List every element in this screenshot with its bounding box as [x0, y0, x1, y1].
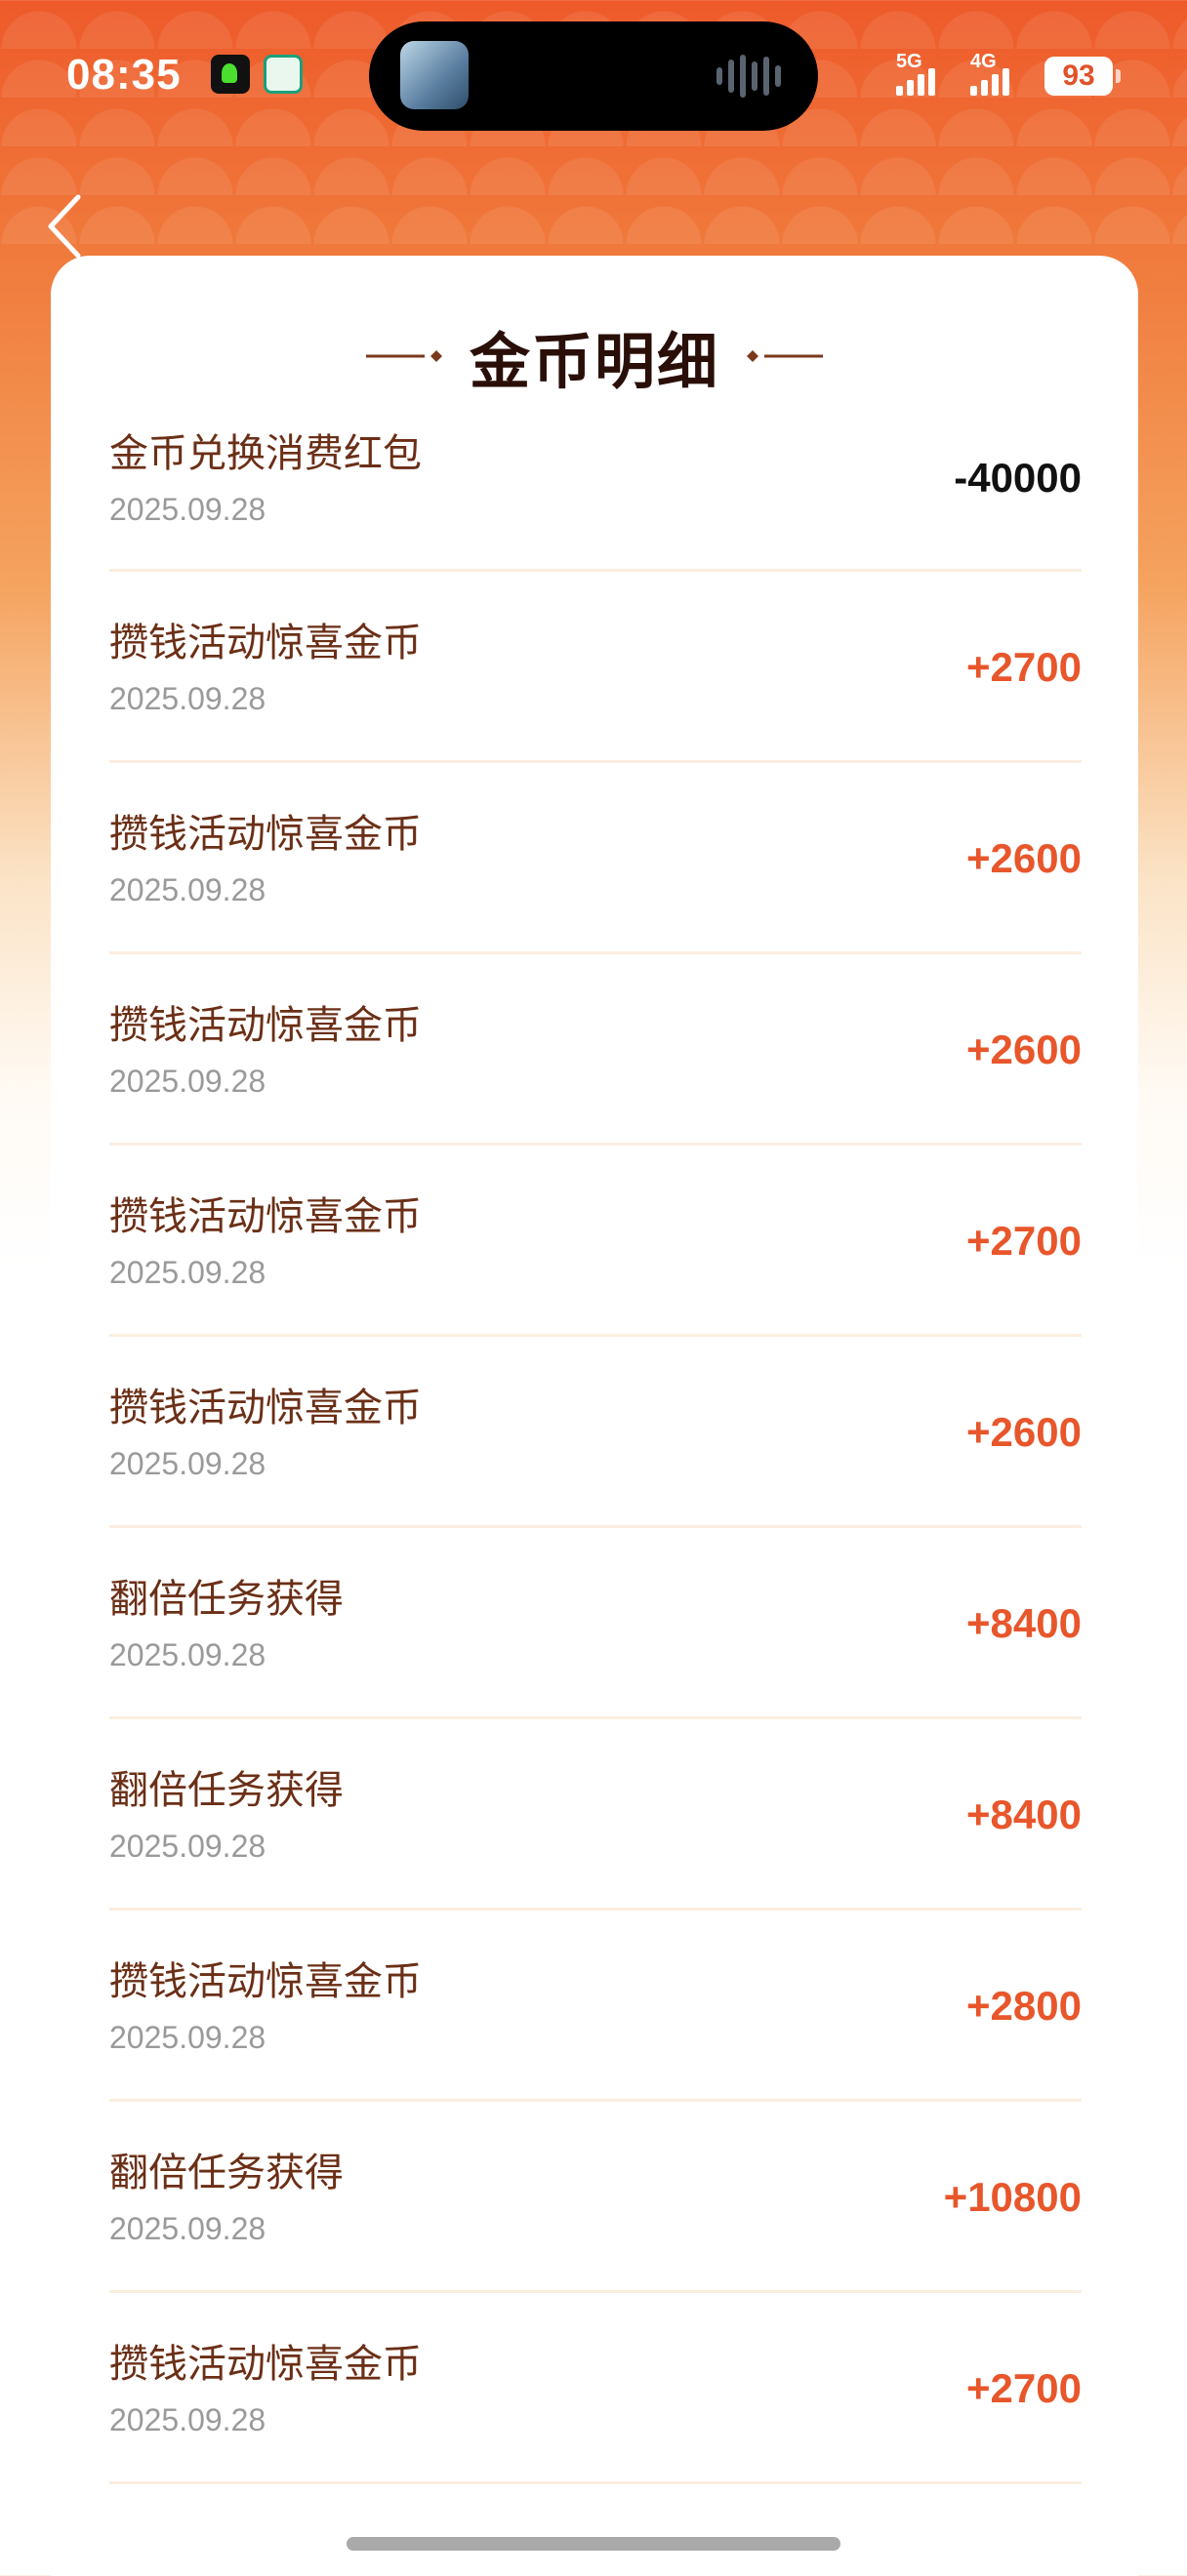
record-title: 攒钱活动惊喜金币	[109, 621, 422, 665]
list-item: 翻倍任务获得 2025.09.28 +8400	[109, 1719, 1082, 1911]
status-bar: 08:35 5G 4G 93	[0, 0, 1187, 146]
record-title: 攒钱活动惊喜金币	[109, 812, 422, 857]
list-item: 金币兑换消费红包 2025.09.28 -40000	[109, 400, 1082, 572]
record-title: 金币兑换消费红包	[109, 431, 422, 476]
record-amount: -40000	[954, 455, 1082, 501]
record-title: 攒钱活动惊喜金币	[109, 1194, 422, 1239]
title-ornament-right-icon	[747, 350, 823, 362]
record-title: 攒钱活动惊喜金币	[109, 1959, 422, 2004]
record-date: 2025.09.28	[109, 681, 266, 716]
record-amount: +2700	[966, 2365, 1082, 2411]
list-item: 攒钱活动惊喜金币 2025.09.28 +2700	[109, 572, 1082, 763]
record-date: 2025.09.28	[109, 1064, 266, 1099]
now-playing-thumbnail	[400, 41, 469, 109]
record-amount: +10800	[943, 2174, 1082, 2220]
record-amount: +8400	[966, 1791, 1082, 1837]
battery-icon: 93	[1044, 57, 1121, 96]
coin-detail-card: 金币明细 金币兑换消费红包 2025.09.28 -40000 攒钱活动惊喜金币 202…	[51, 256, 1138, 2576]
record-date: 2025.09.28	[109, 1637, 266, 1672]
music-app-icon	[211, 55, 250, 94]
record-amount: +2600	[966, 1026, 1082, 1072]
record-title: 翻倍任务获得	[109, 1577, 344, 1622]
record-title: 攒钱活动惊喜金币	[109, 1386, 422, 1430]
record-date: 2025.09.28	[109, 2020, 266, 2055]
title-bar: 金币明细	[51, 312, 1138, 400]
list-item: 翻倍任务获得 2025.09.28 +10800	[109, 2102, 1082, 2293]
record-date: 2025.09.28	[109, 872, 266, 907]
list-item: 攒钱活动惊喜金币 2025.09.28 +2600	[109, 763, 1082, 954]
record-title: 翻倍任务获得	[109, 1768, 344, 1813]
record-date: 2025.09.28	[109, 1446, 266, 1481]
record-title: 翻倍任务获得	[109, 2151, 344, 2195]
status-time: 08:35	[66, 51, 182, 99]
record-amount: +2600	[966, 1409, 1082, 1455]
record-title: 攒钱活动惊喜金币	[109, 1003, 422, 1048]
chevron-left-icon	[48, 194, 81, 259]
audio-wave-icon	[716, 55, 785, 98]
record-title: 攒钱活动惊喜金币	[109, 2342, 422, 2387]
record-amount: +2600	[966, 835, 1082, 881]
home-indicator[interactable]	[347, 2537, 840, 2551]
list-item: 攒钱活动惊喜金币 2025.09.28 +2600	[109, 1337, 1082, 1528]
record-date: 2025.09.28	[109, 2402, 266, 2437]
list-item: 翻倍任务获得 2025.09.28 +8400	[109, 1528, 1082, 1719]
list-item: 攒钱活动惊喜金币 2025.09.28 +2700	[109, 2293, 1082, 2484]
record-date: 2025.09.28	[109, 1255, 266, 1290]
signal-5g-icon: 5G	[896, 51, 959, 96]
record-amount: +2800	[966, 1983, 1082, 2029]
dynamic-island[interactable]	[369, 21, 818, 131]
record-date: 2025.09.28	[109, 2211, 266, 2246]
record-amount: +8400	[966, 1600, 1082, 1646]
page-title: 金币明细	[469, 326, 719, 397]
list-item: 攒钱活动惊喜金币 2025.09.28 +2800	[109, 1911, 1082, 2102]
back-button[interactable]	[41, 191, 100, 262]
bank-app-icon	[264, 55, 303, 94]
coin-record-list[interactable]: 金币兑换消费红包 2025.09.28 -40000 攒钱活动惊喜金币 2025.09.…	[109, 400, 1082, 2484]
record-amount: +2700	[966, 644, 1082, 690]
title-ornament-left-icon	[365, 350, 442, 362]
record-date: 2025.09.28	[109, 492, 266, 527]
signal-4g-icon: 4G	[970, 51, 1033, 96]
record-amount: +2700	[966, 1218, 1082, 1264]
record-date: 2025.09.28	[109, 1829, 266, 1864]
list-item: 攒钱活动惊喜金币 2025.09.28 +2600	[109, 954, 1082, 1146]
list-item: 攒钱活动惊喜金币 2025.09.28 +2700	[109, 1146, 1082, 1337]
